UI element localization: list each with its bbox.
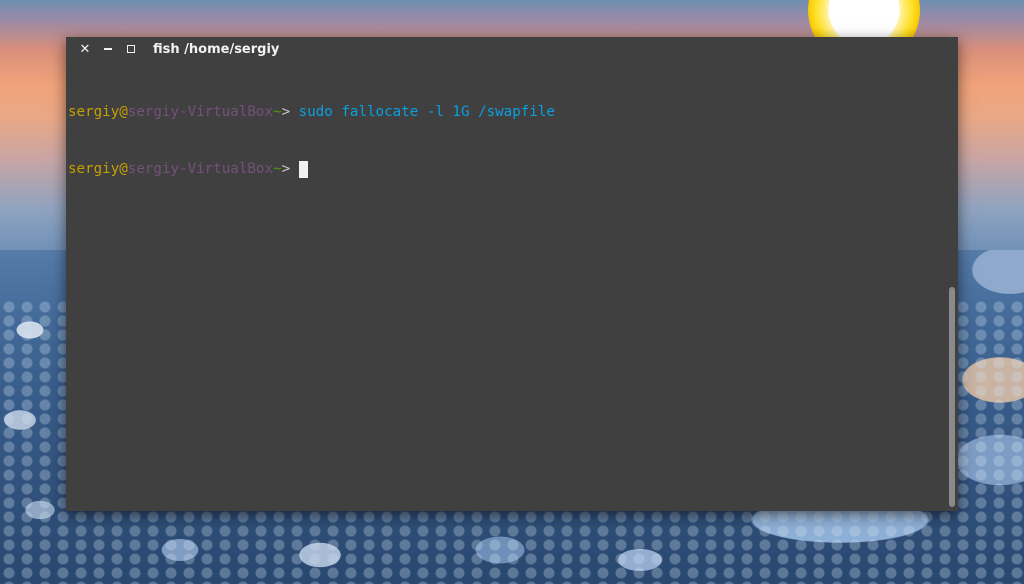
terminal-output[interactable]: sergiy@sergiy-VirtualBox~> sudo fallocat… (68, 65, 944, 509)
prompt-symbol: > (281, 104, 299, 120)
command-text: sudo fallocate -l 1G /swapfile (298, 104, 555, 120)
prompt-at: @ (119, 104, 128, 120)
prompt-cwd: ~ (273, 161, 282, 177)
prompt-host: sergiy-VirtualBox (127, 104, 274, 120)
prompt-user: sergiy (68, 104, 120, 120)
close-button[interactable]: ✕ (76, 40, 94, 60)
prompt-at: @ (119, 161, 128, 177)
prompt-host: sergiy-VirtualBox (127, 161, 274, 177)
minimize-button[interactable] (99, 40, 117, 60)
scrollbar[interactable] (948, 65, 956, 509)
scrollbar-thumb[interactable] (949, 287, 955, 507)
prompt-cwd: ~ (273, 104, 282, 120)
prompt-user: sergiy (68, 161, 120, 177)
terminal-line: sergiy@sergiy-VirtualBox~> sudo fallocat… (68, 103, 944, 122)
title-bar[interactable]: ✕ fish /home/sergiy (66, 37, 958, 64)
terminal-line: sergiy@sergiy-VirtualBox~> (68, 160, 944, 179)
close-icon: ✕ (79, 42, 91, 57)
prompt-symbol: > (281, 161, 299, 177)
maximize-icon (127, 44, 135, 53)
window-title: fish /home/sergiy (153, 42, 280, 57)
maximize-button[interactable] (122, 40, 140, 60)
minimize-icon (104, 47, 112, 50)
terminal-window[interactable]: ✕ fish /home/sergiy sergiy@sergiy-Virtua… (66, 37, 958, 511)
text-cursor (298, 161, 308, 178)
